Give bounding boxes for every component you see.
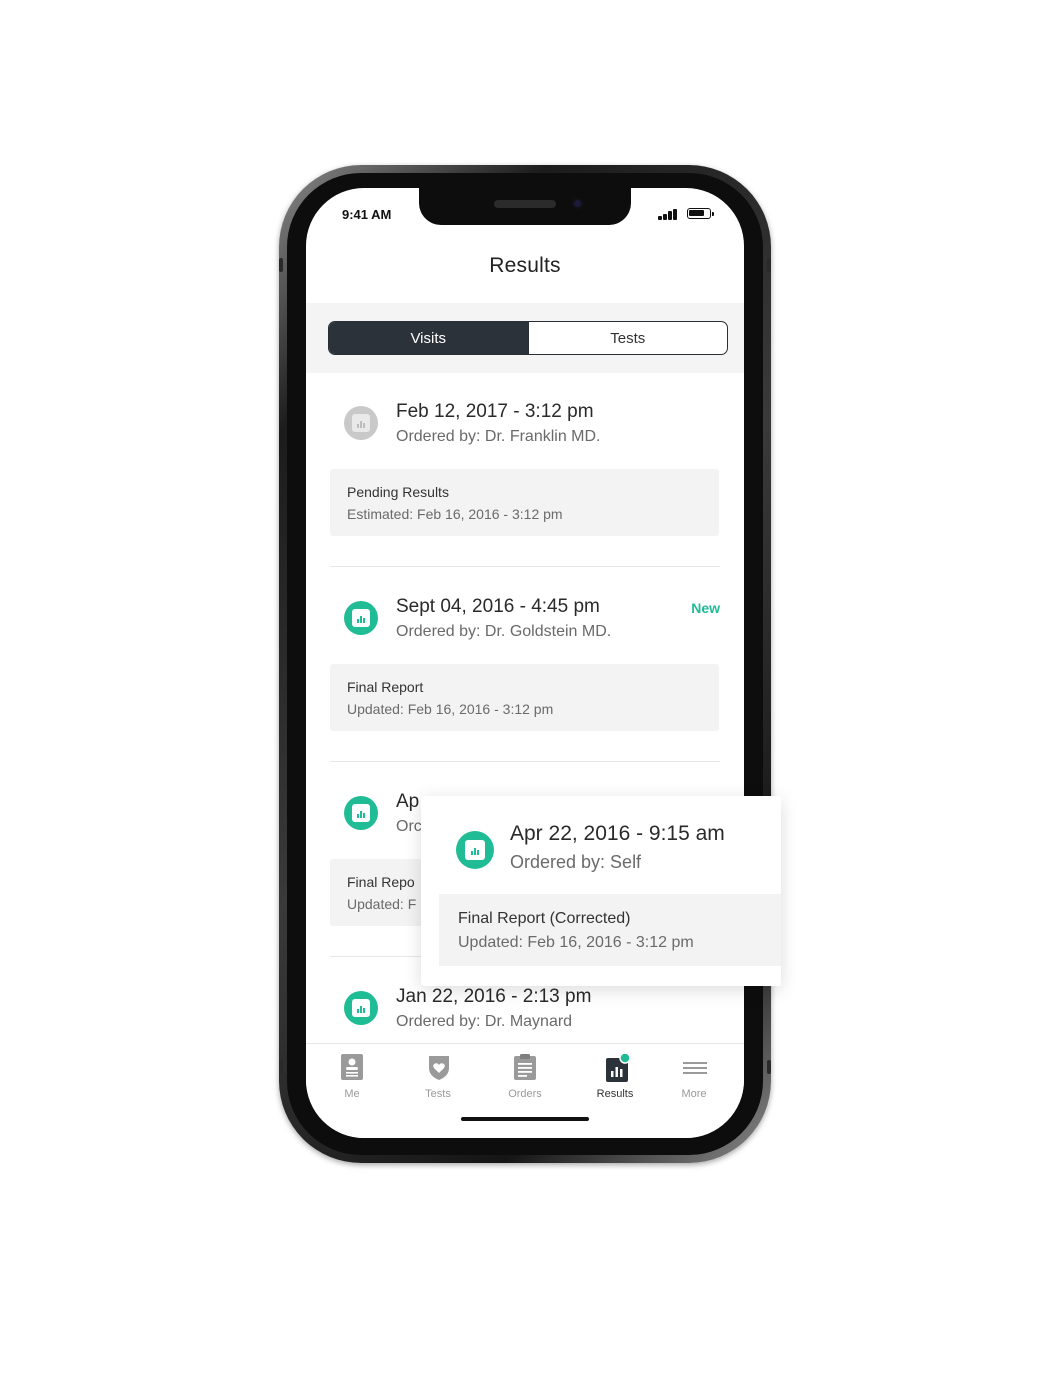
- notch: [419, 188, 631, 225]
- segment-visits[interactable]: Visits: [329, 322, 528, 354]
- result-ordered-by: Ordered by: Dr. Franklin MD.: [396, 428, 601, 445]
- side-button-left: [279, 258, 283, 272]
- result-ordered-by: Orc: [396, 818, 422, 835]
- result-ordered-by: Ordered by: Self: [510, 852, 642, 872]
- result-status-box: Final Report (Corrected) Updated: Feb 16…: [439, 894, 781, 966]
- result-status-title: Final Report (Corrected): [458, 910, 631, 927]
- visits-tests-segmented-control: Visits Tests: [328, 321, 728, 355]
- bar-chart-document-icon: [604, 1052, 631, 1082]
- result-item[interactable]: Sept 04, 2016 - 4:45 pm New Ordered by: …: [306, 568, 744, 763]
- battery-icon: [687, 208, 714, 219]
- home-indicator: [461, 1117, 589, 1121]
- result-ordered-by: Ordered by: Dr. Goldstein MD.: [396, 623, 612, 640]
- side-button-right-lower: [767, 1060, 771, 1074]
- tab-results[interactable]: Results: [580, 1052, 650, 1100]
- menu-lines-icon: [683, 1054, 707, 1080]
- result-status-box: Pending Results Estimated: Feb 16, 2016 …: [330, 469, 719, 536]
- tab-orders[interactable]: Orders: [490, 1054, 560, 1100]
- result-status-box: Final Report Updated: Feb 16, 2016 - 3:1…: [330, 664, 719, 731]
- tab-more[interactable]: More: [659, 1054, 729, 1100]
- tab-label: Results: [596, 1088, 634, 1100]
- result-date: Jan 22, 2016 - 2:13 pm: [396, 986, 592, 1007]
- result-status-detail: Estimated: Feb 16, 2016 - 3:12 pm: [347, 506, 563, 522]
- side-button-right: [767, 258, 771, 272]
- result-date: Apr 22, 2016 - 9:15 am: [510, 822, 725, 845]
- expanded-result-card[interactable]: Apr 22, 2016 - 9:15 am Ordered by: Self …: [421, 796, 781, 986]
- front-camera: [572, 198, 583, 209]
- report-icon: [344, 406, 378, 440]
- report-icon: [456, 831, 494, 869]
- phone-screen: 9:41 AM Results Visits Tests Feb 12, 201…: [306, 188, 744, 1138]
- result-status-detail: Updated: F: [347, 896, 417, 912]
- result-date: Feb 12, 2017 - 3:12 pm: [396, 401, 594, 422]
- list-divider: [330, 566, 720, 567]
- report-icon: [344, 601, 378, 635]
- report-icon: [344, 991, 378, 1025]
- status-time: 9:41 AM: [342, 207, 392, 222]
- heart-shield-icon: [427, 1054, 449, 1080]
- report-icon: [344, 796, 378, 830]
- result-status-title: Final Repo: [347, 874, 415, 890]
- list-divider: [330, 761, 720, 762]
- result-date: Sept 04, 2016 - 4:45 pm: [396, 596, 600, 617]
- result-status-detail: Updated: Feb 16, 2016 - 3:12 pm: [458, 934, 694, 951]
- side-button-left-lower: [279, 1060, 283, 1074]
- result-ordered-by: Ordered by: Dr. Maynard: [396, 1013, 573, 1030]
- clipboard-icon: [514, 1054, 536, 1080]
- result-status-detail: Updated: Feb 16, 2016 - 3:12 pm: [347, 701, 554, 717]
- tab-tests[interactable]: Tests: [403, 1054, 473, 1100]
- result-status-title: Pending Results: [347, 484, 449, 500]
- tab-label: Tests: [425, 1088, 451, 1100]
- signal-icon: [658, 208, 680, 220]
- tab-me[interactable]: Me: [317, 1054, 387, 1100]
- result-item[interactable]: Feb 12, 2017 - 3:12 pm Ordered by: Dr. F…: [306, 373, 744, 568]
- speaker-grille: [494, 200, 556, 208]
- page-title: Results: [489, 254, 561, 277]
- tab-label: Orders: [508, 1088, 542, 1100]
- tab-label: Me: [344, 1088, 360, 1100]
- tab-bar: Me Tests Orders Results More: [306, 1043, 744, 1138]
- result-status-title: Final Report: [347, 679, 424, 695]
- tab-label: More: [681, 1088, 707, 1100]
- segment-tests[interactable]: Tests: [527, 322, 728, 354]
- person-card-icon: [341, 1054, 363, 1080]
- result-date: Ap: [396, 791, 420, 812]
- new-badge: New: [691, 600, 720, 616]
